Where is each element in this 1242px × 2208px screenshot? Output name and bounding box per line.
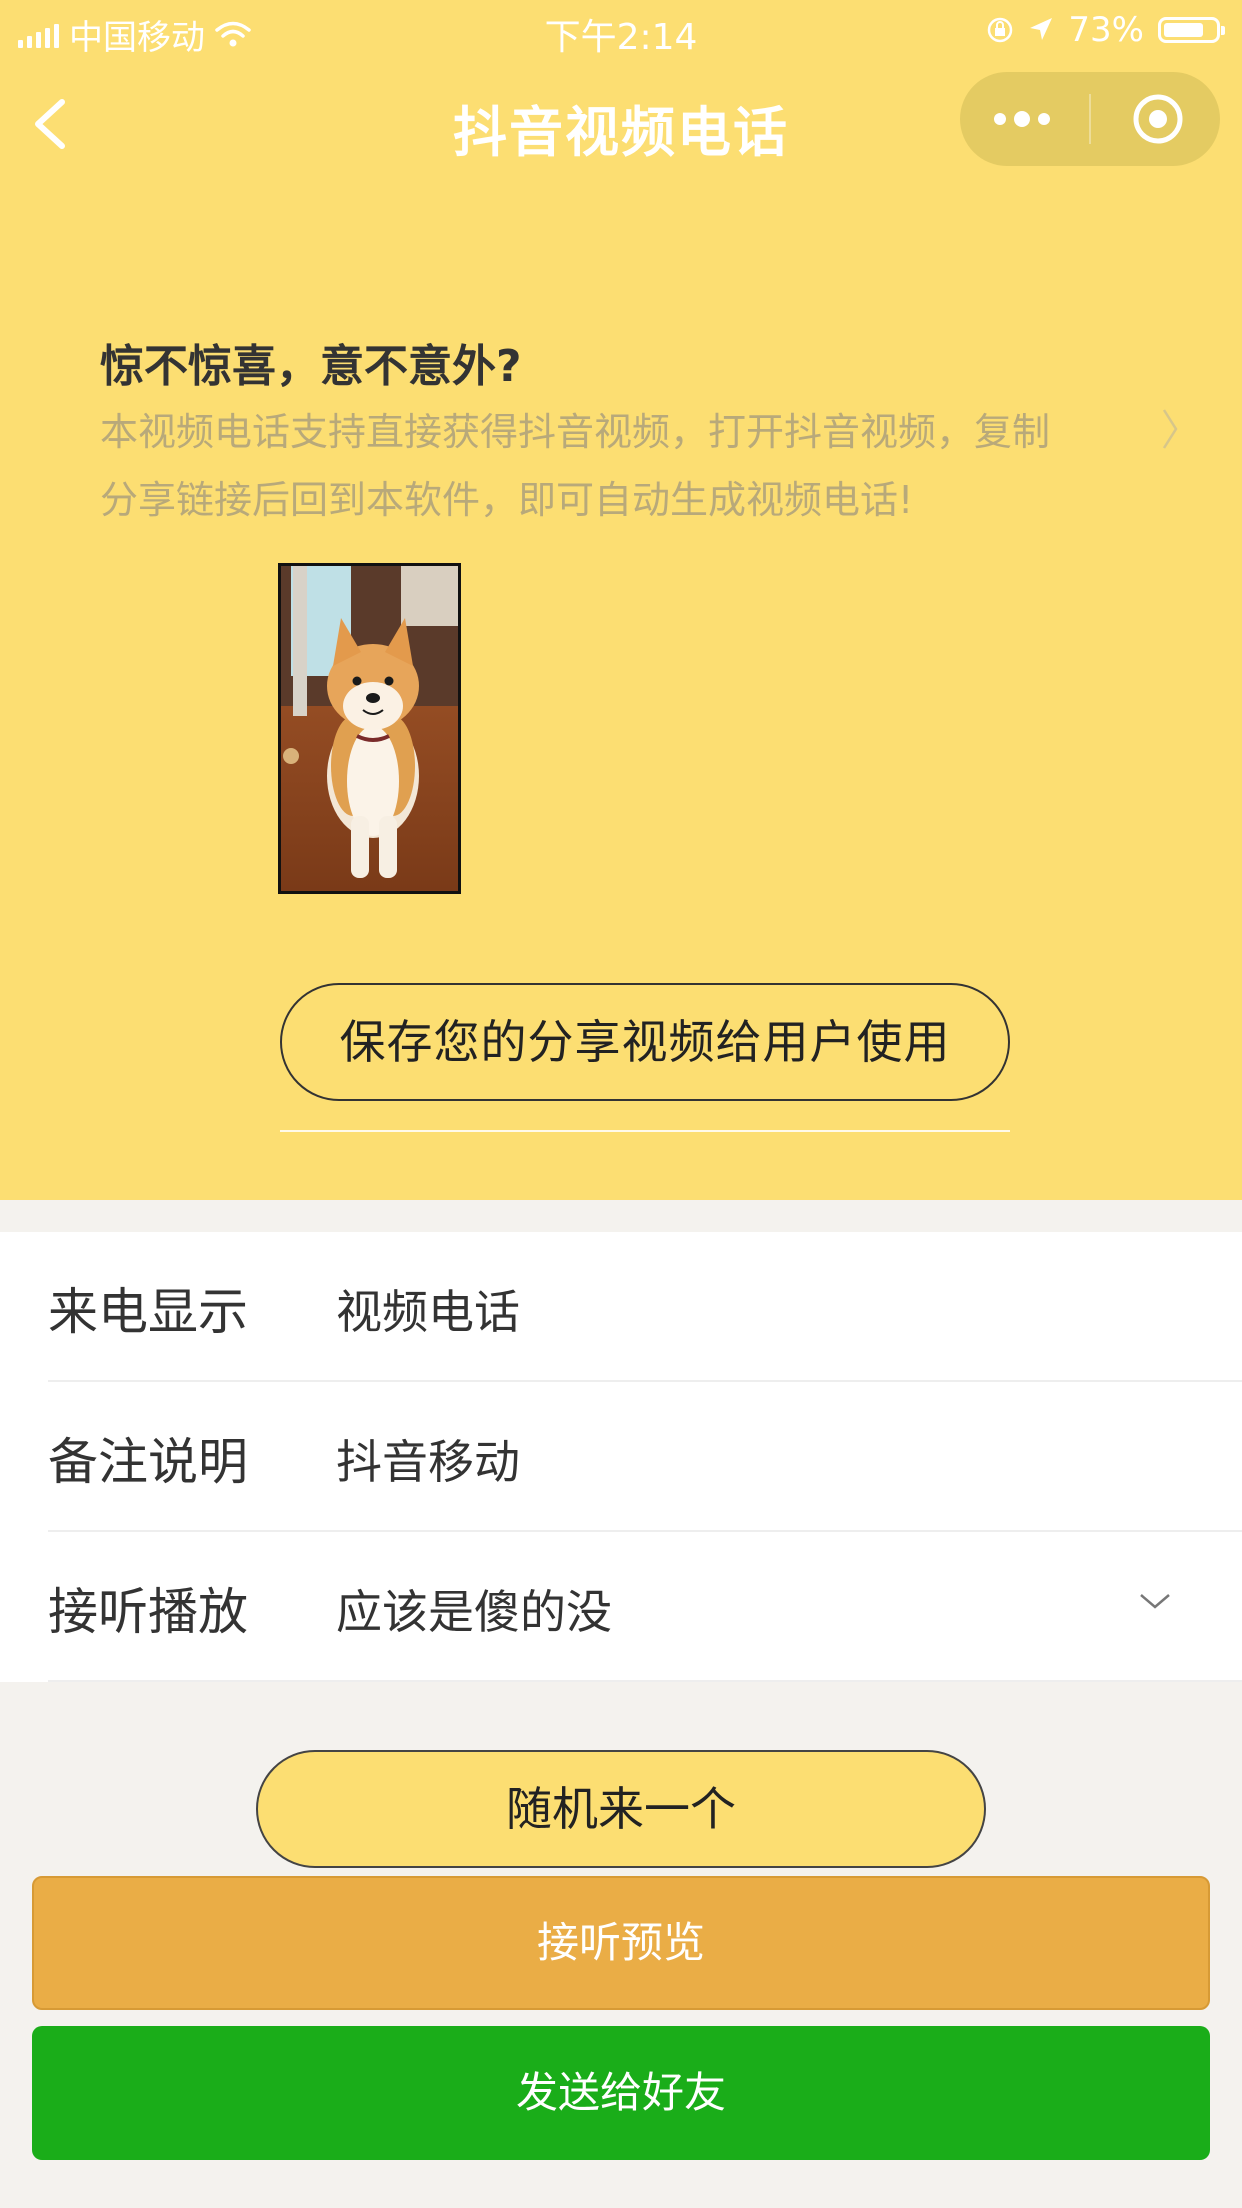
lock-rotation-icon bbox=[988, 17, 1013, 43]
answer-playback-label: 接听播放 bbox=[48, 1583, 248, 1641]
chevron-right-icon bbox=[1162, 409, 1178, 449]
status-right: 73% bbox=[986, 10, 1225, 50]
form-row-remark[interactable]: 备注说明 抖音移动 bbox=[0, 1382, 1242, 1532]
mini-program-capsule bbox=[960, 72, 1220, 166]
answer-playback-select[interactable]: 应该是傻的没 bbox=[336, 1576, 612, 1642]
answer-preview-button[interactable]: 接听预览 bbox=[32, 1876, 1210, 2010]
capsule-divider bbox=[1089, 94, 1091, 144]
save-share-button[interactable]: 保存您的分享视频给用户使用 bbox=[280, 983, 1010, 1101]
form-row-caller-display[interactable]: 来电显示 视频电话 bbox=[0, 1232, 1242, 1382]
target-icon[interactable] bbox=[1131, 92, 1185, 146]
video-thumbnail[interactable] bbox=[278, 563, 461, 894]
remark-input[interactable]: 抖音移动 bbox=[336, 1426, 520, 1492]
send-to-friend-button[interactable]: 发送给好友 bbox=[32, 2026, 1210, 2160]
battery-icon bbox=[1158, 17, 1225, 43]
form-row-answer-playback[interactable]: 接听播放 应该是傻的没 bbox=[0, 1532, 1242, 1682]
chevron-down-icon[interactable] bbox=[1138, 1590, 1172, 1612]
location-icon bbox=[1030, 18, 1053, 40]
status-bar: 中国移动 下午2:14 73% bbox=[0, 0, 1242, 64]
nav-bar: 抖音视频电话 bbox=[0, 64, 1242, 184]
remark-label: 备注说明 bbox=[48, 1433, 248, 1491]
settings-form: 来电显示 视频电话 备注说明 抖音移动 接听播放 应该是傻的没 bbox=[0, 1232, 1242, 1682]
shiba-dog-image bbox=[281, 566, 458, 891]
caller-display-label: 来电显示 bbox=[48, 1283, 248, 1341]
row-separator bbox=[48, 1680, 1242, 1682]
more-icon[interactable] bbox=[994, 102, 1050, 136]
promo-description-line-1: 本视频电话支持直接获得抖音视频，打开抖音视频，复制 bbox=[100, 410, 1051, 454]
promo-title: 惊不惊喜，意不意外? bbox=[100, 341, 522, 392]
promo-description-line-2: 分享链接后回到本软件，即可自动生成视频电话! bbox=[100, 478, 914, 522]
battery-percent: 73% bbox=[1068, 10, 1144, 50]
divider-line bbox=[280, 1130, 1010, 1132]
promo-description: 本视频电话支持直接获得抖音视频，打开抖音视频，复制 分享链接后回到本软件，即可自… bbox=[100, 398, 1180, 534]
random-button[interactable]: 随机来一个 bbox=[256, 1750, 986, 1868]
caller-display-input[interactable]: 视频电话 bbox=[336, 1276, 520, 1342]
